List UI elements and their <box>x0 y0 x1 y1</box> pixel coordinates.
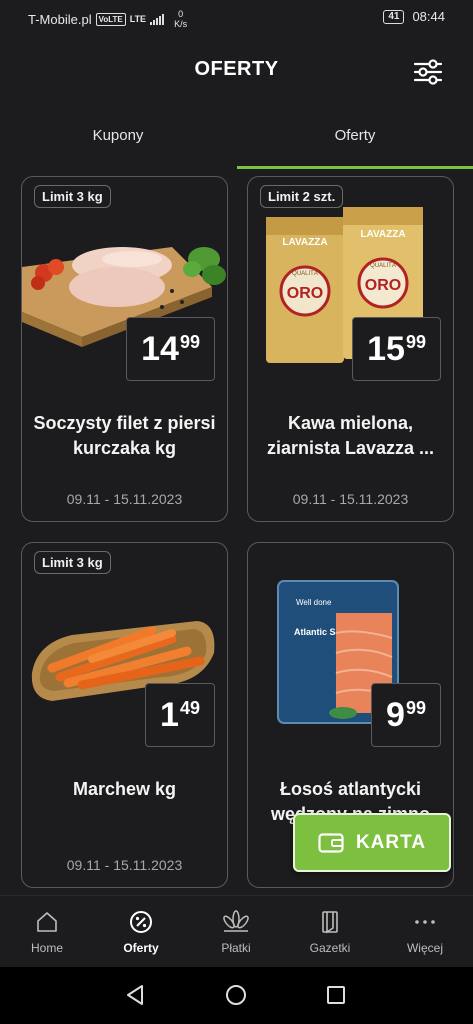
status-bar: T-Mobile.pl VoLTE LTE 0 K/s 41 08:44 <box>0 0 473 34</box>
bottom-nav: Home Oferty Płatki Gazetki Więcej <box>0 895 473 968</box>
recents-square-icon[interactable] <box>326 985 346 1005</box>
nav-gazetki[interactable]: Gazetki <box>283 896 377 968</box>
more-dots-icon <box>415 920 435 924</box>
price-tag: 15 99 <box>352 317 441 381</box>
battery-icon: 41 <box>383 9 405 24</box>
price-tag: 9 99 <box>371 683 441 747</box>
svg-text:Well done: Well done <box>296 598 332 607</box>
price-tag: 1 49 <box>145 683 215 747</box>
svg-text:ORO: ORO <box>365 277 401 294</box>
svg-text:LAVAZZA: LAVAZZA <box>282 237 327 248</box>
limit-badge: Limit 3 kg <box>34 551 111 574</box>
limit-badge: Limit 3 kg <box>34 185 111 208</box>
karta-label: KARTA <box>355 831 427 853</box>
product-name: Kawa mielona, ziarnista Lavazza ... <box>266 413 435 458</box>
offer-dates: 09.11 - 15.11.2023 <box>66 857 183 873</box>
tab-oferty[interactable]: Oferty <box>237 112 473 162</box>
nav-home[interactable]: Home <box>0 896 94 968</box>
offer-card[interactable]: Limit 2 szt. LAVAZZA QUALITÀ ORO LAVAZZA… <box>247 176 454 522</box>
book-icon <box>322 911 338 934</box>
svg-text:LAVAZZA: LAVAZZA <box>360 229 405 240</box>
product-name: Soczysty filet z piersi kurczaka kg <box>33 413 216 458</box>
signal-icon <box>150 13 165 25</box>
offer-dates: 09.11 - 15.11.2023 <box>292 491 409 507</box>
page-title: OFERTY <box>194 58 279 80</box>
clock: 08:44 <box>412 9 445 24</box>
offer-dates: 09.11 - 15.11.2023 <box>66 491 183 507</box>
limit-badge: Limit 2 szt. <box>260 185 344 208</box>
flower-icon <box>223 910 249 932</box>
filter-sliders-icon[interactable] <box>413 56 443 86</box>
wallet-card-icon <box>318 832 344 853</box>
svg-text:QUALITÀ: QUALITÀ <box>370 262 396 269</box>
carrier-name: T-Mobile.pl <box>28 11 92 27</box>
nav-wiecej[interactable]: Więcej <box>378 896 472 968</box>
lte-indicator: LTE <box>129 14 147 24</box>
app-header: OFERTY <box>0 34 473 104</box>
nav-oferty[interactable]: Oferty <box>94 896 188 968</box>
system-nav-bar <box>0 967 473 1024</box>
tab-kupony[interactable]: Kupony <box>0 112 236 162</box>
volte-badge: VoLTE <box>95 12 126 26</box>
karta-button[interactable]: KARTA <box>293 813 451 872</box>
home-circle-icon[interactable] <box>225 984 247 1006</box>
nav-platki[interactable]: Płatki <box>189 896 283 968</box>
product-name: Marchew kg <box>72 779 177 799</box>
back-icon[interactable] <box>124 984 146 1006</box>
home-icon <box>37 912 57 932</box>
network-speed: 0 K/s <box>174 9 188 29</box>
offer-card[interactable]: Limit 3 kg 14 99 Soczysty filet z piersi … <box>21 176 228 522</box>
offer-card[interactable]: Limit 3 kg 1 49 Marchew kg 09.11 - 15.11.… <box>21 542 228 888</box>
svg-text:ORO: ORO <box>287 285 323 302</box>
percent-badge-icon <box>130 911 152 933</box>
price-tag: 14 99 <box>126 317 215 381</box>
svg-text:QUALITÀ: QUALITÀ <box>292 270 318 277</box>
offer-tabs: Kupony Oferty <box>0 112 473 169</box>
active-tab-indicator <box>237 166 473 169</box>
